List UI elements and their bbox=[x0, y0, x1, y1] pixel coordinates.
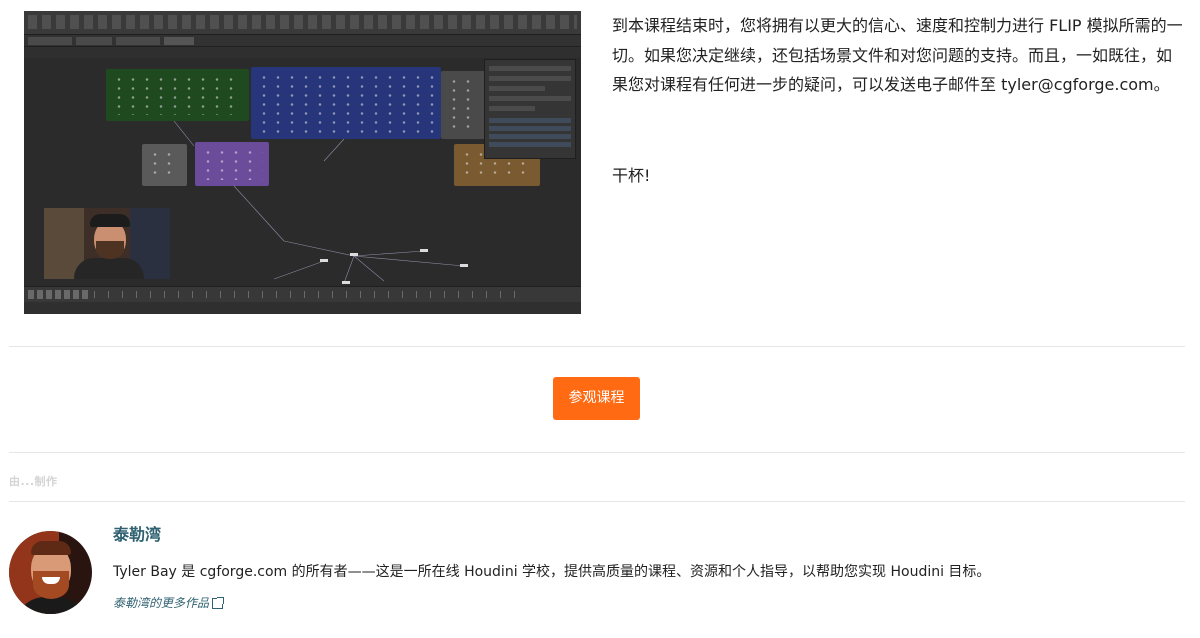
author-name[interactable]: 泰勒湾 bbox=[113, 524, 161, 546]
author-avatar[interactable] bbox=[9, 531, 92, 614]
divider bbox=[9, 501, 1185, 502]
made-by-label: 由...制作 bbox=[9, 475, 58, 488]
houdini-timeline bbox=[24, 286, 581, 314]
houdini-parameter-panel bbox=[484, 59, 576, 159]
divider bbox=[9, 452, 1185, 453]
closing-text: 干杯! bbox=[612, 166, 651, 185]
divider bbox=[9, 346, 1185, 347]
course-intro-paragraph: 到本课程结束时，您将拥有以更大的信心、速度和控制力进行 FLIP 模拟所需的一切… bbox=[612, 16, 1183, 94]
visit-course-button[interactable]: 参观课程 bbox=[553, 377, 640, 420]
external-link-icon bbox=[212, 596, 225, 609]
course-screenshot bbox=[24, 11, 581, 314]
more-works-link[interactable]: 泰勒湾的更多作品 bbox=[113, 594, 225, 612]
more-works-link-label: 泰勒湾的更多作品 bbox=[113, 596, 210, 610]
instructor-webcam-thumbnail bbox=[44, 208, 170, 279]
author-bio: Tyler Bay 是 cgforge.com 的所有者——这是一所在线 Hou… bbox=[113, 564, 991, 580]
